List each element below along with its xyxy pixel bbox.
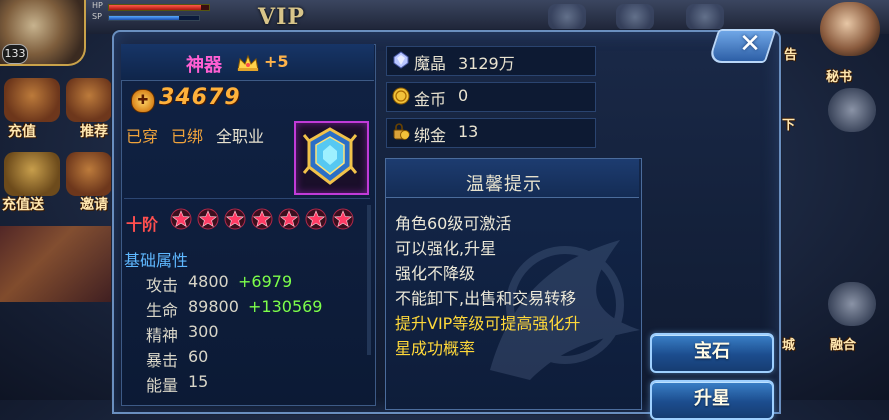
star-icon bbox=[224, 208, 246, 230]
gold-value: 0 bbox=[458, 86, 469, 105]
invite-icon[interactable] bbox=[66, 152, 112, 196]
recharge-bonus-label[interactable]: 充值送 bbox=[2, 194, 44, 214]
hp-bar bbox=[108, 4, 210, 11]
invite-label[interactable]: 邀请 bbox=[80, 194, 112, 214]
crown-icon bbox=[237, 54, 259, 71]
star-icon bbox=[170, 208, 192, 230]
bound-gold-label: 绑金 bbox=[414, 126, 447, 145]
close-icon[interactable]: ✕ bbox=[735, 29, 765, 59]
upgrade-star-button[interactable]: 升星 bbox=[650, 380, 774, 420]
combat-power-value: 34679 bbox=[159, 85, 241, 110]
emblem-gem-icon bbox=[303, 127, 357, 185]
sp-bar bbox=[108, 15, 200, 21]
recharge-bonus-icon[interactable] bbox=[4, 152, 60, 196]
right-sidebar: 秘书 告 下 城 融合 bbox=[776, 0, 889, 400]
attr-attack-bonus: +6979 bbox=[238, 272, 293, 291]
star-icon bbox=[332, 208, 354, 230]
sp-label: SP bbox=[92, 12, 102, 21]
tip-title: 温馨提示 bbox=[466, 174, 542, 195]
gem-button[interactable]: 宝石 bbox=[650, 333, 774, 373]
tier-label: 十阶 bbox=[126, 215, 159, 234]
bound-gold-value: 13 bbox=[458, 122, 479, 141]
crystal-value: 3129万 bbox=[458, 54, 515, 73]
star-icon bbox=[251, 208, 273, 230]
crystal-icon bbox=[393, 51, 409, 69]
secretary-label[interactable]: 秘书 bbox=[826, 66, 852, 85]
attr-attack-label: 攻击 bbox=[146, 276, 179, 295]
panel-divider bbox=[124, 198, 370, 199]
status-worn: 已穿 bbox=[126, 127, 159, 146]
attr-energy-label: 能量 bbox=[146, 376, 179, 395]
fusion-label[interactable]: 融合 bbox=[830, 334, 856, 353]
recharge-label[interactable]: 充值 bbox=[8, 121, 36, 141]
crystal-label: 魔晶 bbox=[414, 54, 447, 73]
hp-label: HP bbox=[92, 1, 103, 10]
tip-line: 不能卸下,出售和交易转移 bbox=[395, 289, 577, 308]
attr-crit-value: 60 bbox=[188, 347, 209, 366]
down-label[interactable]: 下 bbox=[782, 114, 795, 133]
attr-spirit-value: 300 bbox=[188, 322, 219, 341]
recommend-icon[interactable] bbox=[66, 78, 112, 122]
top-event-icon[interactable] bbox=[548, 4, 586, 30]
speaker-icon[interactable] bbox=[828, 88, 876, 132]
event-banner[interactable] bbox=[0, 226, 112, 302]
star-icon bbox=[305, 208, 327, 230]
item-name: 神器 bbox=[186, 55, 222, 76]
bound-gold-icon bbox=[393, 123, 410, 140]
tip-line-highlight: 星成功概率 bbox=[395, 339, 476, 358]
attr-hp-value: 89800 bbox=[188, 297, 239, 316]
recharge-icon[interactable] bbox=[4, 78, 60, 122]
notice-label[interactable]: 告 bbox=[784, 44, 797, 63]
gold-coin-icon bbox=[392, 87, 410, 105]
base-attributes-title: 基础属性 bbox=[124, 251, 189, 270]
attr-hp-label: 生命 bbox=[146, 301, 179, 320]
gold-label: 金币 bbox=[414, 90, 447, 109]
star-icon bbox=[278, 208, 300, 230]
attributes-scrollbar[interactable] bbox=[367, 205, 371, 355]
star-icon bbox=[197, 208, 219, 230]
castle-label[interactable]: 城 bbox=[782, 334, 795, 353]
attr-crit-label: 暴击 bbox=[146, 351, 179, 370]
tip-line-highlight: 提升VIP等级可提高强化升 bbox=[395, 314, 581, 333]
secretary-avatar-icon[interactable] bbox=[820, 2, 880, 56]
vip-logo[interactable]: VIP bbox=[258, 4, 305, 30]
enhance-level: +5 bbox=[264, 52, 289, 71]
top-event-icon[interactable] bbox=[616, 4, 654, 30]
tip-line: 角色60级可激活 bbox=[395, 214, 512, 233]
status-bound: 已绑 bbox=[171, 127, 204, 146]
attr-attack-value: 4800 bbox=[188, 272, 229, 291]
tip-line: 可以强化,升星 bbox=[395, 239, 497, 258]
tip-line: 强化不降级 bbox=[395, 264, 476, 283]
attr-spirit-label: 精神 bbox=[146, 326, 179, 345]
attr-hp-bonus: +130569 bbox=[248, 297, 323, 316]
top-event-icon[interactable] bbox=[686, 4, 724, 30]
attr-energy-value: 15 bbox=[188, 372, 209, 391]
plus-circle-icon: ✚ bbox=[131, 89, 155, 113]
fusion-icon[interactable] bbox=[828, 282, 876, 326]
recommend-label[interactable]: 推荐 bbox=[80, 121, 112, 141]
item-class: 全职业 bbox=[216, 127, 265, 146]
player-level-badge: 133 bbox=[2, 44, 28, 64]
